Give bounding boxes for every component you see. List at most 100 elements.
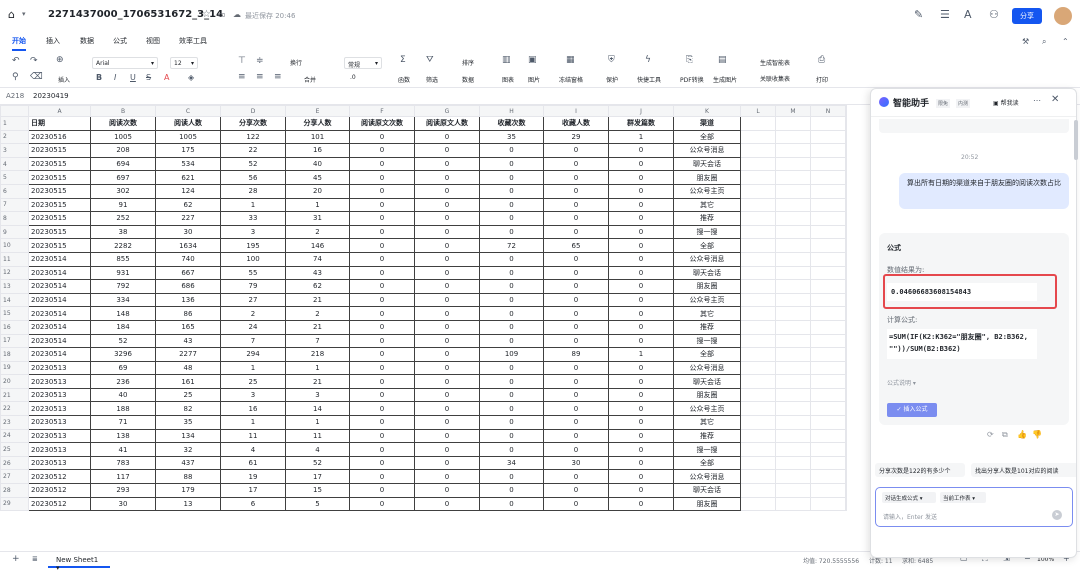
cell[interactable]: 0 (479, 143, 544, 158)
column-title-cell[interactable]: 阅读人数 (155, 116, 221, 131)
cell[interactable]: 24 (220, 319, 286, 335)
cell[interactable]: 0 (543, 319, 609, 335)
cell[interactable]: 55 (220, 265, 286, 281)
cell[interactable]: 0 (414, 129, 480, 145)
cell[interactable]: 88 (155, 469, 221, 485)
cell[interactable]: 公众号主页 (673, 401, 741, 417)
cell[interactable]: 165 (155, 319, 221, 335)
empty-cell[interactable] (740, 183, 776, 199)
cell[interactable]: 2282 (90, 238, 156, 253)
empty-cell[interactable] (810, 279, 846, 294)
assistant-input[interactable]: 请输入，Enter 发送 (883, 512, 937, 521)
cell[interactable]: 全部 (673, 238, 741, 253)
cell[interactable]: 聊天会话 (673, 156, 741, 172)
cell[interactable]: 0 (349, 496, 415, 512)
share-button[interactable]: 分享 (1012, 8, 1042, 24)
cell[interactable]: 20230515 (28, 156, 91, 172)
empty-cell[interactable] (810, 238, 846, 253)
row-header[interactable]: 12 (0, 265, 29, 281)
cell[interactable]: 27 (220, 292, 286, 308)
cell[interactable]: 0 (414, 265, 480, 281)
row-header[interactable]: 4 (0, 156, 29, 172)
cell[interactable]: 0 (349, 469, 415, 485)
function-button[interactable]: 函数 (398, 75, 410, 84)
empty-cell[interactable] (775, 129, 811, 145)
row-header[interactable]: 22 (0, 401, 29, 417)
cell[interactable]: 0 (608, 238, 674, 253)
cell[interactable]: 117 (90, 469, 156, 485)
cell[interactable]: 0 (608, 306, 674, 321)
empty-cell[interactable] (845, 415, 847, 430)
cell[interactable]: 0 (479, 183, 544, 199)
empty-cell[interactable] (775, 483, 811, 498)
column-title-cell[interactable]: 群发篇数 (608, 116, 674, 131)
cell[interactable]: 20230514 (28, 333, 91, 349)
cell[interactable]: 公众号消息 (673, 251, 741, 267)
value-output[interactable]: 0.04606683608154843 (887, 283, 1037, 301)
align-right-icon[interactable]: ≡ (274, 72, 282, 82)
cell[interactable]: 聊天会话 (673, 374, 741, 389)
cell[interactable]: 21 (285, 319, 350, 335)
cell[interactable]: 0 (479, 279, 544, 294)
cell[interactable]: 227 (155, 211, 221, 226)
cell[interactable]: 0 (608, 211, 674, 226)
empty-cell[interactable] (810, 496, 846, 512)
empty-cell[interactable] (740, 347, 776, 362)
empty-cell[interactable] (775, 360, 811, 376)
empty-cell[interactable] (740, 360, 776, 376)
empty-cell[interactable] (810, 170, 846, 185)
empty-cell[interactable] (775, 415, 811, 430)
cell[interactable]: 3 (220, 224, 286, 240)
star-icon[interactable]: ☆ (202, 9, 211, 20)
empty-cell[interactable] (740, 211, 776, 226)
empty-cell[interactable] (775, 455, 811, 471)
row-header[interactable]: 1 (0, 116, 29, 131)
cell[interactable]: 0 (349, 360, 415, 376)
cell[interactable]: 0 (349, 197, 415, 213)
cell[interactable]: 0 (414, 224, 480, 240)
row-header[interactable]: 23 (0, 415, 29, 430)
cell[interactable]: 20230514 (28, 292, 91, 308)
gen-smart-table-button[interactable]: 生成智能表 (760, 58, 790, 67)
quick-tools-button[interactable]: 快捷工具 (637, 75, 661, 84)
cell[interactable]: 0 (349, 306, 415, 321)
sheet-tab[interactable]: New Sheet1 ▾ (48, 552, 110, 572)
edit-icon[interactable]: ✎ (914, 8, 923, 21)
chart-icon[interactable]: ▥ (502, 55, 511, 65)
row-header[interactable]: 25 (0, 442, 29, 457)
wrap-button[interactable]: 换行 (290, 58, 302, 67)
cell[interactable]: 25 (220, 374, 286, 389)
cell[interactable]: 20230512 (28, 496, 91, 512)
align-left-icon[interactable]: ≡ (238, 72, 246, 82)
row-header[interactable]: 9 (0, 224, 29, 240)
cell[interactable]: 33 (220, 211, 286, 226)
empty-cell[interactable] (740, 442, 776, 457)
cell[interactable]: 48 (155, 360, 221, 376)
cell[interactable]: 0 (479, 360, 544, 376)
freeze-panes-button[interactable]: 冻结窗格 (559, 75, 583, 84)
tab-start[interactable]: 开始 (12, 36, 26, 51)
align-middle-icon[interactable]: ≑ (256, 56, 264, 66)
decimal-button[interactable]: .0 (350, 74, 356, 81)
row-header[interactable]: 20 (0, 374, 29, 389)
cell[interactable]: 0 (414, 183, 480, 199)
cell[interactable]: 0 (349, 292, 415, 308)
cell[interactable]: 437 (155, 455, 221, 471)
cell[interactable]: 0 (414, 170, 480, 185)
empty-cell[interactable] (845, 143, 847, 158)
font-color-icon[interactable]: A (164, 73, 169, 82)
cell[interactable]: 其它 (673, 197, 741, 213)
cell[interactable]: 0 (349, 401, 415, 417)
cell[interactable]: 11 (285, 428, 350, 444)
empty-cell[interactable] (740, 238, 776, 253)
cell[interactable]: 0 (349, 428, 415, 444)
select-all-corner[interactable] (0, 105, 29, 117)
cell[interactable]: 推荐 (673, 428, 741, 444)
cell[interactable]: 31 (285, 211, 350, 226)
cell[interactable]: 0 (608, 197, 674, 213)
cell[interactable]: 34 (479, 455, 544, 471)
cell[interactable]: 17 (285, 469, 350, 485)
filter-icon[interactable]: ⛛ (426, 55, 434, 65)
cell[interactable]: 0 (543, 224, 609, 240)
cell[interactable]: 30 (543, 455, 609, 471)
